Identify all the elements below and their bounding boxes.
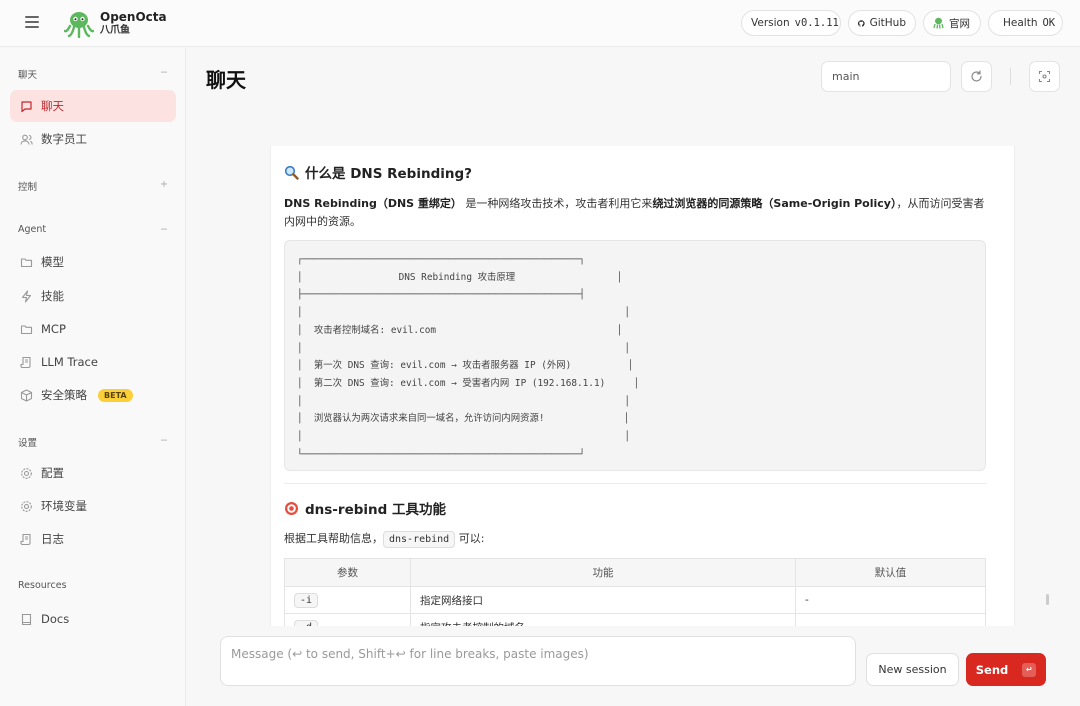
- users-icon: [20, 133, 33, 146]
- chat-bubble-icon: [20, 100, 33, 113]
- code-block: ┌───────────────────────────────────────…: [284, 240, 986, 471]
- top-bar: OpenOcta 八爪鱼 Version v0.1.11 GitHub 官网 H…: [0, 0, 1080, 47]
- version-badge: Version v0.1.11: [741, 10, 841, 36]
- sidebar-item-label: 数字员工: [41, 132, 87, 146]
- table-row: -d 指定攻击者控制的域名 -: [284, 613, 986, 626]
- sidebar-item-label: 安全策略: [41, 388, 87, 402]
- health-badge: Health OK: [988, 10, 1063, 36]
- refresh-button[interactable]: [961, 61, 992, 92]
- table-cell: -d: [284, 613, 411, 626]
- sidebar-item-label: 技能: [41, 289, 64, 303]
- website-label: 官网: [949, 17, 970, 30]
- sidebar-item-label: 配置: [41, 466, 64, 480]
- version-value: v0.1.11: [794, 17, 839, 29]
- table-cell: -: [795, 613, 986, 626]
- send-button[interactable]: Send ↵: [966, 653, 1046, 686]
- divider: [284, 483, 986, 484]
- sidebar-item-llm-trace[interactable]: LLM Trace: [10, 346, 176, 378]
- sidebar-item-security-policy[interactable]: 安全策略 BETA: [10, 379, 176, 411]
- table-header-row: 参数 功能 默认值: [284, 558, 986, 587]
- sidebar-item-label: 聊天: [41, 99, 64, 113]
- focus-mode-button[interactable]: [1029, 61, 1060, 92]
- collapse-icon: −: [160, 224, 168, 235]
- paragraph-tool-intro: 根据工具帮助信息， dns-rebind 可以:: [284, 530, 989, 549]
- github-button[interactable]: GitHub: [848, 10, 916, 36]
- cube-icon: [20, 388, 33, 402]
- magnifier-icon: [284, 165, 299, 180]
- octopus-small-icon: [933, 17, 944, 29]
- sidebar-item-label: LLM Trace: [41, 355, 98, 369]
- header-divider: [1010, 68, 1011, 85]
- sidebar-item-mcp[interactable]: MCP: [10, 313, 176, 345]
- github-label: GitHub: [869, 17, 906, 29]
- message-input[interactable]: Message (↩ to send, Shift+↩ for line bre…: [220, 636, 856, 686]
- heading-what-is: 什么是 DNS Rebinding?: [284, 162, 472, 182]
- beta-badge: BETA: [98, 388, 133, 402]
- refresh-icon: [971, 70, 982, 82]
- section-chat[interactable]: 聊天 −: [18, 67, 168, 81]
- table-header-cell: 功能: [410, 558, 796, 587]
- sidebar-item-label: 日志: [41, 532, 64, 546]
- table-cell: 指定攻击者控制的域名: [410, 613, 796, 626]
- target-icon: [285, 501, 298, 515]
- code-content: ┌───────────────────────────────────────…: [297, 254, 640, 460]
- sidebar-item-models[interactable]: 模型: [10, 246, 176, 278]
- session-key-input[interactable]: main: [821, 61, 951, 92]
- section-control[interactable]: 控制 +: [18, 179, 168, 193]
- scroll-icon: [20, 356, 33, 369]
- octopus-logo-icon: [64, 12, 94, 38]
- table-header-cell: 参数: [284, 558, 411, 587]
- sidebar-item-logs[interactable]: 日志: [10, 523, 176, 555]
- folder-icon: [20, 323, 33, 336]
- gear-icon: [20, 467, 33, 480]
- collapse-icon: −: [160, 67, 168, 78]
- folder-icon: [20, 256, 33, 269]
- send-label: Send: [975, 662, 1009, 677]
- expand-icon: +: [160, 179, 168, 190]
- sidebar-item-chat[interactable]: 聊天: [10, 90, 176, 122]
- section-agent[interactable]: Agent −: [18, 224, 168, 235]
- lightning-icon: [20, 289, 33, 303]
- heading-tool-features: dns-rebind 工具功能: [284, 498, 446, 518]
- health-label: Health: [1003, 17, 1038, 29]
- scroll-icon: [20, 533, 33, 546]
- sidebar-item-digital-staff[interactable]: 数字员工: [10, 123, 176, 155]
- sidebar-item-label: Docs: [41, 612, 70, 626]
- gear-icon: [20, 500, 33, 513]
- sidebar-item-label: MCP: [41, 322, 66, 336]
- new-session-button[interactable]: New session: [866, 653, 959, 686]
- version-label: Version: [751, 17, 790, 29]
- options-table: 参数 功能 默认值 -i 指定网络接口 - -d 指定攻击者控制的域名 -: [284, 558, 986, 626]
- sidebar-item-config[interactable]: 配置: [10, 457, 176, 489]
- focus-icon: [1038, 70, 1051, 83]
- table-cell: -i: [284, 586, 411, 614]
- health-value: OK: [1042, 17, 1056, 29]
- sidebar-item-label: 模型: [41, 255, 64, 269]
- table-cell: -: [795, 586, 986, 614]
- sidebar-item-skills[interactable]: 技能: [10, 280, 176, 312]
- book-icon: [20, 613, 33, 626]
- section-resources: Resources: [18, 580, 67, 591]
- github-icon: [858, 19, 865, 27]
- scrollbar-thumb[interactable]: [1046, 594, 1049, 605]
- sidebar-item-env-vars[interactable]: 环境变量: [10, 490, 176, 522]
- table-row: -i 指定网络接口 -: [284, 586, 986, 614]
- assistant-message: 什么是 DNS Rebinding? DNS Rebinding（DNS 重绑定…: [270, 146, 1015, 626]
- table-header-cell: 默认值: [795, 558, 986, 587]
- page-title: 聊天: [206, 68, 246, 92]
- brand-name: OpenOcta: [100, 10, 167, 24]
- enter-key-icon: ↵: [1022, 662, 1037, 677]
- table-cell: 指定网络接口: [410, 586, 796, 614]
- section-settings[interactable]: 设置 −: [18, 435, 168, 449]
- brand-subtitle: 八爪鱼: [100, 25, 130, 36]
- collapse-icon: −: [160, 435, 168, 446]
- menu-icon[interactable]: [25, 16, 39, 28]
- sidebar: 聊天 − 聊天 数字员工 控制 + Agent − 模型 技能 MCP LLM Tra…: [0, 48, 186, 706]
- brand: OpenOcta 八爪鱼: [100, 11, 167, 37]
- inline-code: dns-rebind: [383, 531, 456, 548]
- sidebar-item-docs[interactable]: Docs: [10, 603, 176, 635]
- sidebar-item-label: 环境变量: [41, 499, 87, 513]
- paragraph-definition: DNS Rebinding（DNS 重绑定） 是一种网络攻击技术，攻击者利用它来…: [284, 197, 985, 228]
- website-button[interactable]: 官网: [923, 10, 981, 36]
